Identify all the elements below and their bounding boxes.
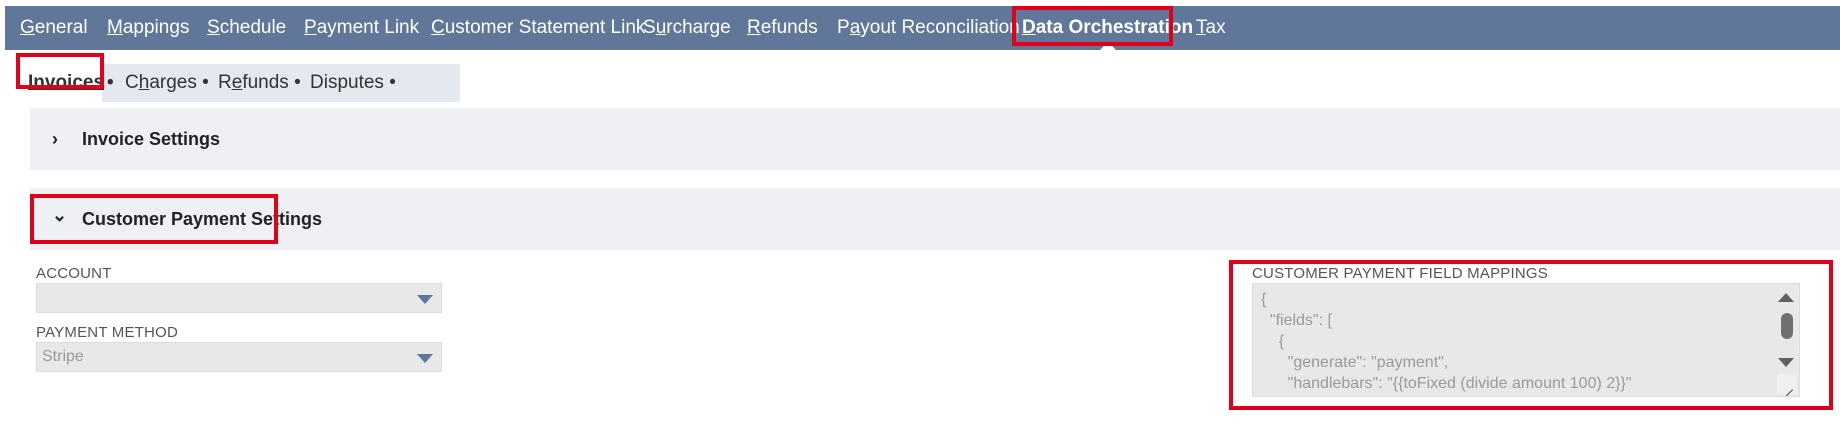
- account-label: ACCOUNT: [36, 265, 112, 282]
- invoice-settings-header[interactable]: › Invoice Settings: [30, 108, 1840, 170]
- subtab-invoices[interactable]: Invoices •: [20, 64, 114, 102]
- triangle-up-icon[interactable]: [1778, 293, 1794, 302]
- field-mappings-label: CUSTOMER PAYMENT FIELD MAPPINGS: [1252, 265, 1548, 282]
- tab-customer-statement-link[interactable]: Customer Statement Link: [431, 6, 645, 50]
- tab-payment-link[interactable]: Payment Link: [304, 6, 419, 50]
- tab-refunds[interactable]: Refunds: [747, 6, 818, 50]
- tab-payout-reconciliation[interactable]: Payout Reconciliation: [837, 6, 1020, 50]
- payment-method-select[interactable]: Stripe: [36, 342, 442, 372]
- chevron-down-icon: ⌄: [52, 205, 68, 225]
- top-navigation: General Mappings Schedule Payment Link C…: [5, 6, 1840, 50]
- subtab-disputes[interactable]: Disputes •: [310, 64, 396, 102]
- payment-method-label: PAYMENT METHOD: [36, 324, 178, 341]
- customer-payment-settings-title: Customer Payment Settings: [82, 209, 323, 229]
- subtab-charges[interactable]: Charges •: [125, 64, 209, 102]
- invoice-settings-title: Invoice Settings: [82, 129, 221, 149]
- field-mappings-content: { "fields": [ { "generate": "payment", "…: [1261, 291, 1632, 392]
- triangle-down-icon[interactable]: [1778, 358, 1794, 367]
- tab-schedule[interactable]: Schedule: [207, 6, 286, 50]
- chevron-right-icon: ›: [52, 129, 58, 149]
- customer-payment-settings-header[interactable]: ⌄ Customer Payment Settings: [30, 188, 1840, 250]
- tab-mappings[interactable]: Mappings: [107, 6, 189, 50]
- tab-tax[interactable]: Tax: [1196, 6, 1226, 50]
- tab-data-orchestration[interactable]: Data Orchestration: [1022, 6, 1193, 50]
- triangle-down-icon: [417, 295, 433, 304]
- tab-general[interactable]: General: [20, 6, 88, 50]
- resize-grip-icon[interactable]: [1777, 374, 1797, 394]
- scrollbar-thumb[interactable]: [1781, 313, 1793, 339]
- active-tab-caret-icon: [1099, 42, 1116, 50]
- payment-method-value: Stripe: [42, 348, 84, 365]
- tab-surcharge[interactable]: Surcharge: [643, 6, 731, 50]
- field-mappings-textarea[interactable]: { "fields": [ { "generate": "payment", "…: [1252, 283, 1800, 397]
- subtab-refunds[interactable]: Refunds •: [218, 64, 301, 102]
- triangle-down-icon: [417, 354, 433, 363]
- account-select[interactable]: [36, 283, 442, 313]
